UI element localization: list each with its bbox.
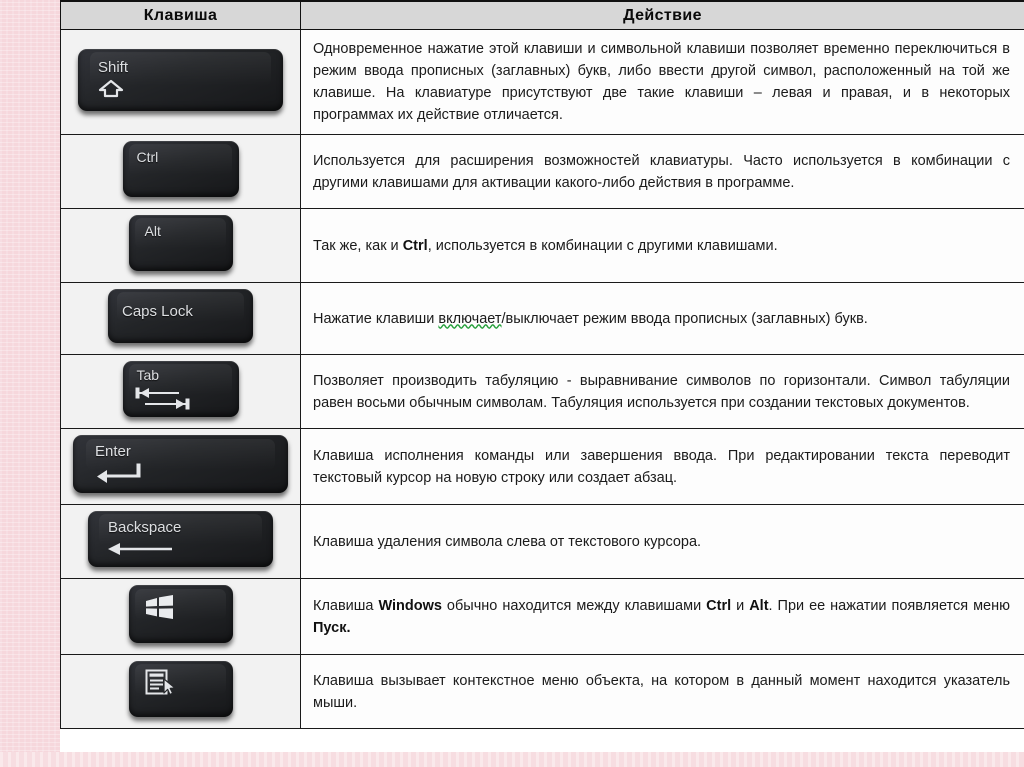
keycap-enter: Enter [73, 435, 288, 494]
keycap-label: Caps Lock [122, 303, 193, 321]
keycap-shift: Shift [78, 48, 283, 111]
table-row: Tab Позволяет производить табуляцию - вы… [60, 354, 1024, 430]
table-row: Caps Lock Нажатие клавиши включает/выклю… [60, 282, 1024, 356]
key-cell-menu [60, 654, 301, 730]
keycap-caps-lock: Caps Lock [108, 289, 253, 344]
description-text: Позволяет производить табуляцию - выравн… [313, 372, 1010, 411]
description-text: Клавиша Windows обычно находится между к… [313, 597, 1010, 636]
table-header-row: Клавиша Действие [60, 0, 1024, 30]
table-row: Ctrl Используется для расширения возможн… [60, 134, 1024, 210]
key-cell-tab: Tab [60, 354, 301, 430]
description-cell-caps-lock: Нажатие клавиши включает/выключает режим… [300, 282, 1024, 356]
table-row: Клавиша Windows обычно находится между к… [60, 578, 1024, 656]
description-cell-alt: Так же, как и Ctrl, используется в комби… [300, 208, 1024, 284]
description-text: Клавиша удаления символа слева от тексто… [313, 533, 702, 550]
slide-canvas: Клавиша Действие Shift Одновременное наж… [60, 0, 1024, 752]
shift-up-arrow-icon [98, 79, 124, 104]
keycap-ctrl: Ctrl [122, 141, 239, 198]
table-row: Enter Клавиша исполнения команды или зав… [60, 428, 1024, 506]
description-cell-menu: Клавиша вызывает контекстное меню объект… [300, 654, 1024, 730]
key-cell-enter: Enter [60, 428, 301, 506]
key-cell-windows [60, 578, 301, 656]
column-header-action: Действие [300, 0, 1024, 30]
keyboard-keys-table: Клавиша Действие Shift Одновременное наж… [60, 0, 1024, 730]
description-text: Клавиша исполнения команды или завершени… [313, 447, 1010, 486]
backspace-left-arrow-icon [106, 541, 176, 562]
description-text: Нажатие клавиши включает/выключает режим… [313, 310, 868, 327]
keycap-alt: Alt [128, 215, 233, 272]
keycap-label: Backspace [108, 519, 182, 537]
keycap-label: Tab [136, 367, 160, 384]
key-cell-caps-lock: Caps Lock [60, 282, 301, 356]
keycap-tab: Tab [122, 361, 239, 418]
keycap-windows [128, 585, 233, 644]
keycap-label: Enter [95, 443, 131, 461]
table-row: Shift Одновременное нажатие этой клавиши… [60, 28, 1024, 136]
tab-double-arrow-icon [135, 387, 191, 416]
table-header: Клавиша Действие [60, 0, 1024, 30]
key-cell-backspace: Backspace [60, 504, 301, 580]
description-cell-tab: Позволяет производить табуляцию - выравн… [300, 354, 1024, 430]
description-text: Одновременное нажатие этой клавиши и сим… [313, 41, 1010, 124]
table-row: Backspace Клавиша удаления символа слева… [60, 504, 1024, 580]
column-header-key: Клавиша [60, 0, 301, 30]
description-text: Используется для расширения возможностей… [313, 152, 1010, 191]
keycap-label: Shift [98, 58, 129, 76]
description-cell-shift: Одновременное нажатие этой клавиши и сим… [300, 28, 1024, 136]
description-text: Клавиша вызывает контекстное меню объект… [313, 672, 1010, 711]
keycap-label: Ctrl [136, 149, 159, 166]
description-cell-ctrl: Используется для расширения возможностей… [300, 134, 1024, 210]
table-body: Shift Одновременное нажатие этой клавиши… [60, 28, 1024, 730]
key-cell-alt: Alt [60, 208, 301, 284]
keycap-menu [128, 661, 233, 718]
keycap-label: Alt [144, 223, 161, 240]
table-row: Alt Так же, как и Ctrl, используется в к… [60, 208, 1024, 284]
page-bottom-margin [0, 752, 1024, 767]
description-cell-backspace: Клавиша удаления символа слева от тексто… [300, 504, 1024, 580]
key-cell-shift: Shift [60, 28, 301, 136]
table-row: Клавиша вызывает контекстное меню объект… [60, 654, 1024, 730]
keycap-backspace: Backspace [88, 511, 273, 568]
description-text: Так же, как и Ctrl, используется в комби… [313, 237, 778, 254]
description-cell-enter: Клавиша исполнения команды или завершени… [300, 428, 1024, 506]
context-menu-icon [145, 669, 177, 702]
windows-logo-icon [145, 595, 175, 624]
description-cell-windows: Клавиша Windows обычно находится между к… [300, 578, 1024, 656]
key-cell-ctrl: Ctrl [60, 134, 301, 210]
enter-return-arrow-icon [93, 463, 149, 490]
